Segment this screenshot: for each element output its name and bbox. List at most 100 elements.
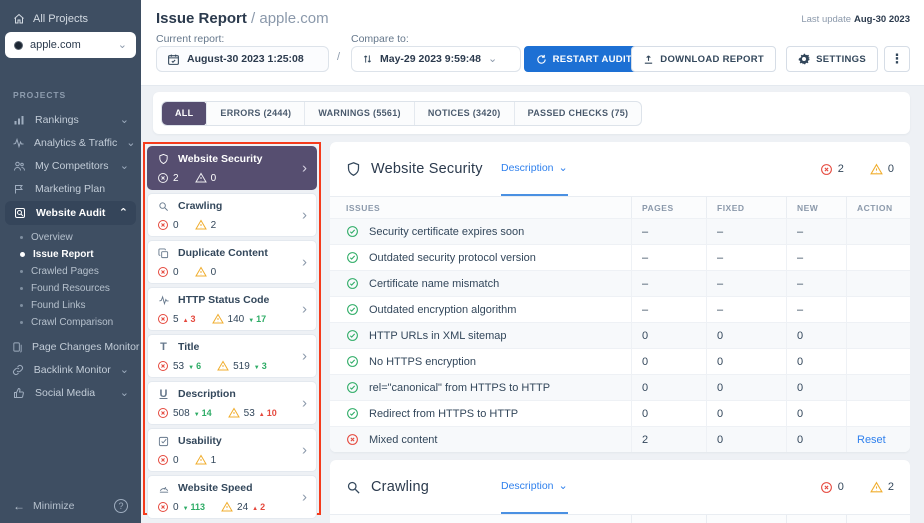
sidebar-item-marketing-plan[interactable]: Marketing Plan (0, 177, 141, 200)
warning-icon (217, 360, 229, 372)
sidebar-item-rankings[interactable]: Rankings (0, 108, 141, 131)
table-row[interactable]: HTTP URLs in XML sitemap 000 (330, 322, 910, 348)
current-report-select[interactable]: August-30 2023 1:25:08 (156, 46, 329, 72)
table-row[interactable]: rel="canonical" from HTTPS to HTTP 000 (330, 374, 910, 400)
sidebar-item-issue-report[interactable]: Issue Report (0, 246, 141, 263)
shield-icon (157, 153, 170, 165)
compare-to-label: Compare to: (351, 33, 409, 45)
table-row[interactable]: Redirect from HTTPS to HTTP 000 (330, 400, 910, 426)
sidebar-item-overview[interactable]: Overview (0, 229, 141, 246)
sidebar-item-backlink-monitor[interactable]: Backlink Monitor (0, 358, 141, 381)
bullet-icon (20, 270, 23, 273)
description-tab[interactable]: Description (501, 460, 568, 514)
chevron-down-icon (559, 480, 568, 492)
category-duplicate-content[interactable]: Duplicate Content 0 0 (147, 240, 317, 284)
download-report-button[interactable]: DOWNLOAD REPORT (631, 46, 776, 72)
tab-passed-checks[interactable]: PASSED CHECKS (75) (514, 102, 642, 125)
description-tab[interactable]: Description (501, 142, 568, 196)
warning-icon (212, 313, 224, 325)
description-icon (157, 388, 170, 400)
project-selector[interactable]: apple.com (5, 32, 136, 58)
check-circle-icon (346, 381, 359, 394)
tab-warnings[interactable]: WARNINGS (5561) (304, 102, 414, 125)
error-icon (157, 219, 169, 231)
bullet-icon (20, 287, 23, 290)
delta-up: 3 (183, 314, 196, 324)
all-projects-link[interactable]: All Projects (0, 0, 141, 30)
sidebar-item-competitors[interactable]: My Competitors (0, 154, 141, 177)
settings-button[interactable]: SETTINGS (786, 46, 878, 72)
warning-icon (195, 266, 207, 278)
delta-down: 6 (188, 361, 201, 371)
more-options-button[interactable] (884, 46, 910, 72)
sidebar-item-crawl-comparison[interactable]: Crawl Comparison (0, 314, 141, 331)
sidebar-item-found-resources[interactable]: Found Resources (0, 280, 141, 297)
chevron-right-icon (302, 489, 307, 506)
check-circle-icon (346, 251, 359, 264)
table-row[interactable]: No HTTPS encryption 000 (330, 348, 910, 374)
sidebar-item-found-links[interactable]: Found Links (0, 297, 141, 314)
sidebar-item-crawled-pages[interactable]: Crawled Pages (0, 263, 141, 280)
category-website-speed[interactable]: Website Speed 0 113 24 2 (147, 475, 317, 519)
chevron-down-icon (120, 114, 129, 126)
thumbs-up-icon (12, 387, 26, 399)
speedometer-icon (157, 483, 170, 494)
table-row[interactable]: Outdated encryption algorithm ––– (330, 296, 910, 322)
category-http-status-code[interactable]: HTTP Status Code 5 3 140 17 (147, 287, 317, 331)
link-icon (12, 364, 25, 376)
gear-icon (798, 53, 810, 65)
sidebar-item-website-audit[interactable]: Website Audit (5, 201, 136, 225)
table-header: ISSUES PAGES FIXED NEW ACTION (330, 514, 910, 523)
sidebar-item-analytics[interactable]: Analytics & Traffic (0, 131, 141, 154)
errors-badge: 2 (820, 163, 844, 176)
table-row[interactable]: Certificate name mismatch ––– (330, 270, 910, 296)
table-row[interactable]: Security certificate expires soon ––– (330, 218, 910, 244)
check-circle-icon (346, 225, 359, 238)
table-row[interactable]: Outdated security protocol version ––– (330, 244, 910, 270)
copy-icon (157, 248, 170, 259)
project-name: apple.com (30, 39, 111, 51)
table-header: ISSUES PAGES FIXED NEW ACTION (330, 196, 910, 218)
flag-icon (12, 183, 26, 195)
tab-errors[interactable]: ERRORS (2444) (206, 102, 304, 125)
category-title[interactable]: Title 53 6 519 3 (147, 334, 317, 378)
warning-icon (870, 481, 883, 494)
table-row[interactable]: Mixed content 200 Reset (330, 426, 910, 452)
check-circle-icon (346, 355, 359, 368)
compare-to-select[interactable]: May-29 2023 9:59:48 (351, 46, 521, 72)
chevron-right-icon (302, 207, 307, 224)
delta-down: 113 (183, 502, 205, 512)
error-icon (157, 360, 169, 372)
last-update: Last updateAug-30 2023 (801, 14, 910, 25)
reset-action-link[interactable]: Reset (857, 434, 886, 446)
minimize-button[interactable]: Minimize (33, 500, 74, 512)
title-icon (157, 341, 170, 353)
sidebar-item-page-changes-monitor[interactable]: Page Changes Monitor (0, 335, 141, 358)
bullet-icon (20, 304, 23, 307)
chevron-down-icon (120, 387, 129, 399)
current-report-label: Current report: (156, 33, 224, 45)
chevron-right-icon (302, 442, 307, 459)
category-description[interactable]: Description 508 14 53 10 (147, 381, 317, 425)
category-website-security[interactable]: Website Security 2 0 (147, 146, 317, 190)
chevron-down-icon (488, 53, 497, 65)
restart-audit-button[interactable]: RESTART AUDIT (524, 46, 644, 72)
error-icon (157, 407, 169, 419)
chevron-right-icon (302, 160, 307, 177)
audit-icon (13, 207, 27, 219)
bullet-icon (20, 321, 23, 324)
arrow-down-icon (254, 361, 260, 371)
search-icon (346, 480, 361, 495)
category-usability[interactable]: Usability 0 1 (147, 428, 317, 472)
sidebar-item-social-media[interactable]: Social Media (0, 381, 141, 404)
help-icon[interactable] (114, 499, 128, 513)
tab-notices[interactable]: NOTICES (3420) (414, 102, 514, 125)
collapse-arrow-icon (13, 499, 25, 513)
category-crawling[interactable]: Crawling 0 2 (147, 193, 317, 237)
error-icon (157, 454, 169, 466)
arrow-up-icon (183, 314, 189, 324)
arrow-down-icon (248, 314, 254, 324)
check-circle-icon (346, 407, 359, 420)
tab-all[interactable]: ALL (161, 101, 207, 126)
warning-icon (228, 407, 240, 419)
